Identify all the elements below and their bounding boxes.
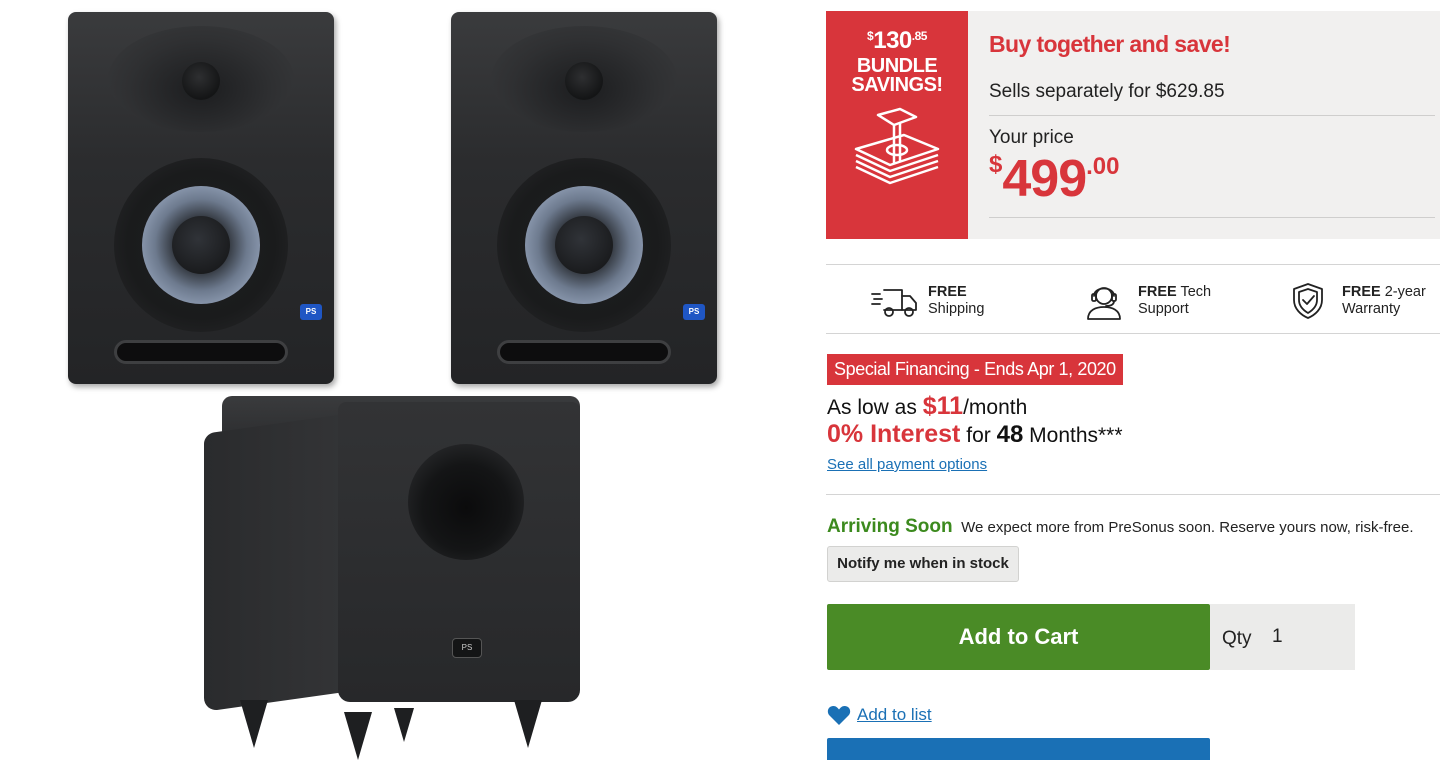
quantity-box: Qty (1210, 604, 1355, 670)
brand-badge: PS (452, 638, 482, 658)
add-to-cart-button[interactable]: Add to Cart (827, 604, 1210, 670)
interest-offer-text: 0% Interest for 48 Months*** (827, 420, 1123, 448)
divider (989, 217, 1435, 218)
benefit-free-shipping[interactable]: FREE Shipping (870, 281, 984, 321)
studio-monitor-right-image: PS (451, 12, 717, 384)
divider (826, 494, 1440, 495)
product-gallery: PS PS PS (0, 0, 800, 760)
shield-check-icon (1293, 283, 1323, 319)
bundle-savings-amount: $130.85 (867, 27, 927, 54)
headset-agent-icon (1087, 287, 1121, 320)
arriving-soon-label: Arriving Soon (827, 516, 953, 537)
availability-message: We expect more from PreSonus soon. Reser… (961, 519, 1414, 536)
bundle-savings-label: BUNDLE SAVINGS! (851, 55, 943, 96)
benefit-free-warranty[interactable]: FREE 2-year Warranty (1284, 281, 1426, 321)
sells-separately-price: Sells separately for $629.85 (989, 81, 1225, 102)
see-payment-options-link[interactable]: See all payment options (827, 456, 987, 473)
monthly-payment-text: As low as $11/month (827, 392, 1028, 420)
your-price-label: Your price (989, 127, 1074, 148)
benefits-strip: FREE Shipping FREE Tech Support FREE 2-yea… (826, 264, 1440, 334)
truck-icon (871, 289, 917, 317)
add-to-list-link[interactable]: Add to list (827, 704, 932, 726)
benefit-free-tech-support[interactable]: FREE Tech Support (1080, 281, 1211, 321)
divider (989, 115, 1435, 116)
subwoofer-image: PS (204, 396, 580, 760)
brand-badge: PS (683, 304, 705, 320)
secondary-action-button[interactable] (827, 738, 1210, 760)
money-stack-icon (854, 107, 940, 185)
bundle-savings-badge: $130.85 BUNDLE SAVINGS! (826, 11, 968, 239)
special-financing-tag: Special Financing - Ends Apr 1, 2020 (827, 354, 1123, 385)
heart-icon (827, 705, 851, 725)
qty-label: Qty (1222, 628, 1252, 649)
brand-badge: PS (300, 304, 322, 320)
studio-monitor-left-image: PS (68, 12, 334, 384)
bundle-savings-panel: $130.85 BUNDLE SAVINGS! Buy together and… (826, 11, 1440, 239)
availability-status: Arriving Soon We expect more from PreSon… (827, 516, 1413, 538)
bundle-price: $499.00 (989, 150, 1120, 208)
notify-in-stock-button[interactable]: Notify me when in stock (827, 546, 1019, 582)
quantity-input[interactable] (1266, 622, 1336, 652)
bundle-headline: Buy together and save! (989, 31, 1231, 57)
